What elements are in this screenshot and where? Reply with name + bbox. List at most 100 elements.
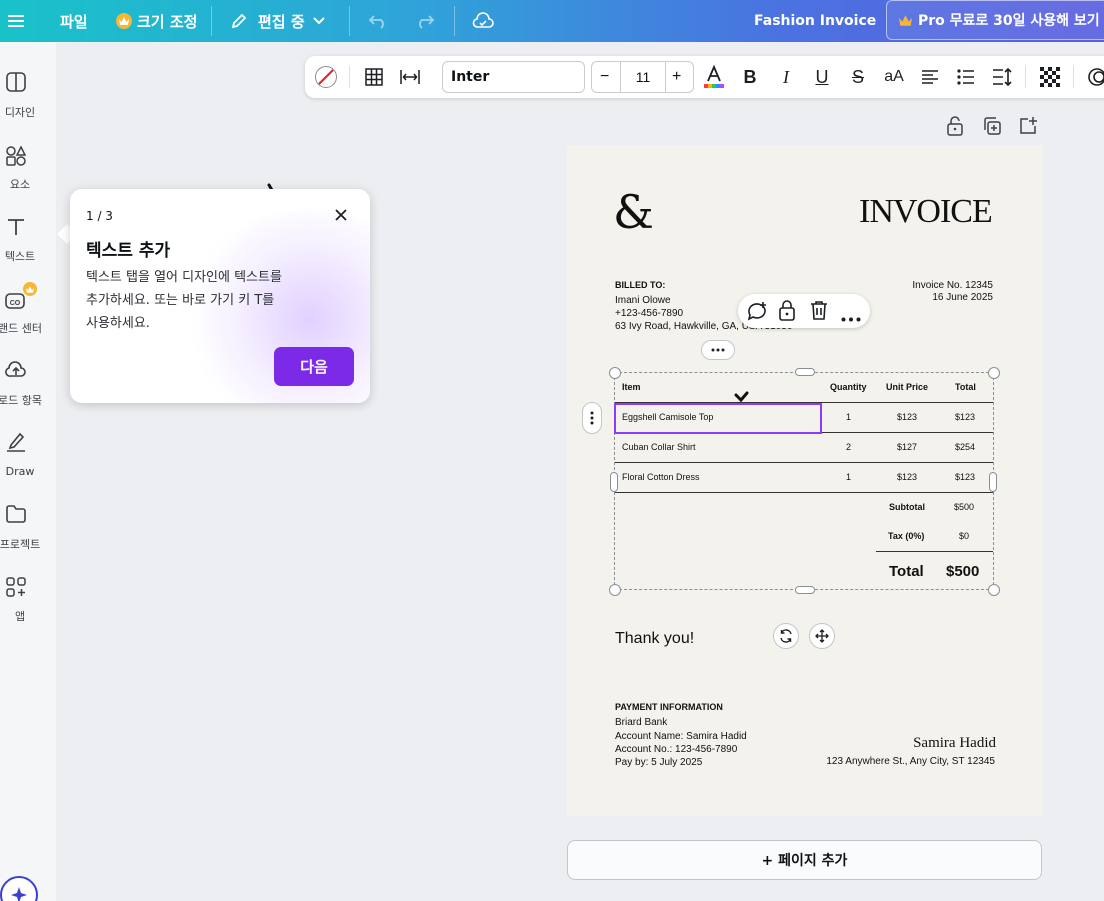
top-bar: 파일 크기 조정 편집 중 Fashion Invoice Pro 무료로 30… (0, 0, 1104, 42)
sidebar-item-elements[interactable] (0, 146, 56, 166)
resize-button[interactable]: 크기 조정 (116, 0, 197, 42)
selected-cell-outline[interactable] (614, 403, 822, 434)
resize-handle-bottom[interactable] (795, 586, 815, 594)
close-tooltip-button[interactable] (334, 208, 350, 224)
resize-handle-top-left[interactable] (609, 367, 621, 379)
tooltip-body-line-2: 추가하세요. 또는 바로 가기 키 T를 (86, 293, 275, 308)
lock-icon (779, 300, 795, 321)
cloud-save-status[interactable] (472, 0, 494, 42)
resize-handle-top-right[interactable] (988, 367, 1000, 379)
undo-button[interactable] (368, 0, 388, 42)
invoice-heading[interactable]: INVOICE (859, 193, 993, 231)
cloud-check-icon (472, 12, 494, 28)
client-name[interactable]: Imani Olowe (615, 295, 671, 306)
client-phone[interactable]: +123-456-7890 (615, 308, 683, 319)
resize-handle-bottom-right[interactable] (988, 584, 1000, 596)
upload-icon (5, 361, 26, 377)
align-left-icon (922, 70, 938, 84)
sidebar-item-brand[interactable]: CO (0, 282, 56, 310)
letter-case-button[interactable]: aA (881, 64, 907, 90)
duplicate-page-button[interactable] (982, 116, 1002, 136)
document-title[interactable]: Fashion Invoice (754, 0, 876, 42)
effects-icon (1088, 68, 1104, 86)
magic-assistant-button[interactable] (0, 876, 38, 901)
company-address[interactable]: 123 Anywhere St., Any City, ST 12345 (826, 756, 995, 767)
strikethrough-button[interactable]: S (845, 64, 871, 90)
bank-name[interactable]: Briard Bank (615, 717, 667, 728)
italic-icon: I (783, 66, 789, 87)
add-page-button[interactable]: + 페이지 추가 (567, 840, 1042, 880)
chevron-down-icon (312, 17, 325, 25)
effects-button[interactable] (1083, 64, 1104, 90)
text-toolbar: Inter − 11 + B I U S aA (305, 56, 1104, 98)
file-menu[interactable]: 파일 (60, 0, 88, 42)
sidebar-item-design[interactable] (0, 72, 56, 92)
sidebar-item-apps[interactable] (0, 577, 56, 597)
logo-ampersand[interactable]: & (613, 187, 654, 237)
sidebar-item-draw[interactable] (0, 432, 56, 452)
column-width-button[interactable] (397, 64, 423, 90)
next-button[interactable]: 다음 (274, 347, 354, 386)
transparency-button[interactable] (1037, 64, 1063, 90)
sidebar-item-projects[interactable] (0, 505, 56, 523)
shapes-icon (6, 146, 26, 166)
row-options-button[interactable] (582, 402, 602, 434)
bold-icon: B (743, 66, 757, 87)
italic-button[interactable]: I (773, 64, 799, 90)
background-color-button[interactable] (313, 64, 339, 90)
pay-by-date[interactable]: Pay by: 5 July 2025 (615, 757, 702, 768)
sidebar-label-apps: 앱 (14, 610, 26, 623)
menu-button[interactable] (8, 0, 24, 42)
lock-page-button[interactable] (946, 116, 966, 136)
undo-icon (368, 15, 384, 29)
font-family-dropdown[interactable]: Inter (442, 61, 585, 93)
invoice-number[interactable]: Invoice No. 12345 (912, 280, 993, 291)
spacing-button[interactable] (989, 64, 1015, 90)
tooltip-body-line-1: 텍스트 탭을 열어 디자인에 텍스트를 (86, 270, 282, 285)
list-button[interactable] (953, 64, 979, 90)
invoice-date[interactable]: 16 June 2025 (932, 292, 993, 303)
resize-handle-right[interactable] (989, 472, 997, 492)
sidebar: 디자인 요소 텍스트 CO 랜드 센터 로드 항목 Draw 프로젝트 앱 (0, 42, 56, 901)
apps-icon (6, 577, 26, 597)
decrease-size-button[interactable]: − (600, 68, 609, 86)
crown-icon (899, 14, 912, 26)
line-spacing-icon (993, 68, 1012, 86)
sidebar-item-text[interactable] (0, 217, 56, 237)
lock-element-button[interactable] (778, 299, 796, 326)
account-name[interactable]: Account Name: Samira Hadid (615, 731, 747, 742)
alignment-button[interactable] (917, 64, 943, 90)
account-number[interactable]: Account No.: 123-456-7890 (615, 744, 737, 755)
move-button[interactable] (809, 623, 835, 649)
lock-icon (947, 116, 963, 136)
resize-handle-bottom-left[interactable] (609, 584, 621, 596)
column-options-button[interactable] (701, 340, 735, 360)
resize-handle-top[interactable] (795, 368, 815, 376)
rotate-button[interactable] (773, 623, 799, 649)
sidebar-item-uploads[interactable] (0, 360, 56, 380)
resize-label: 크기 조정 (137, 12, 198, 31)
add-page-icon-button[interactable] (1018, 116, 1038, 136)
edit-mode-dropdown[interactable]: 편집 중 (230, 0, 325, 42)
pencil-icon (231, 13, 247, 29)
increase-size-button[interactable]: + (672, 68, 681, 86)
bold-button[interactable]: B (737, 64, 763, 90)
text-color-button[interactable] (701, 64, 727, 90)
table-grid-button[interactable] (361, 64, 387, 90)
redo-button[interactable] (415, 0, 435, 42)
delete-button[interactable] (810, 300, 828, 325)
signature-name[interactable]: Samira Hadid (913, 735, 996, 752)
move-icon (815, 629, 829, 643)
comment-button[interactable] (746, 300, 768, 327)
font-size-control: − 11 + (591, 61, 694, 93)
trash-icon (811, 301, 827, 320)
sidebar-label-text: 텍스트 (4, 250, 36, 263)
font-size-value[interactable]: 11 (622, 69, 664, 85)
more-options-button[interactable] (841, 309, 861, 327)
resize-handle-left[interactable] (610, 472, 618, 492)
thank-you-text[interactable]: Thank you! (615, 630, 694, 648)
underline-button[interactable]: U (809, 64, 835, 90)
billed-to-label[interactable]: BILLED TO: (615, 280, 665, 290)
pro-trial-button[interactable]: Pro 무료로 30일 사용해 보기 (886, 0, 1104, 40)
payment-info-label[interactable]: PAYMENT INFORMATION (615, 702, 723, 712)
